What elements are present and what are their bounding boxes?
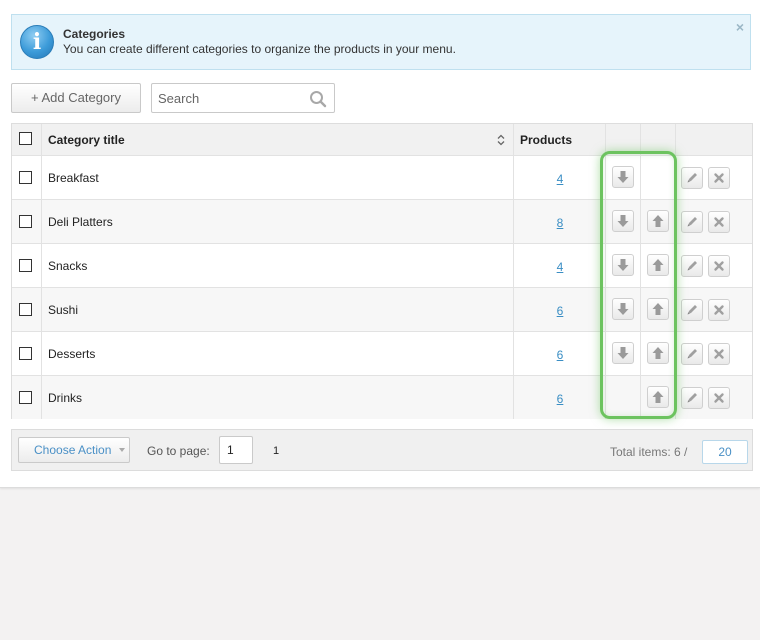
- row-checkbox[interactable]: [19, 171, 32, 184]
- row-checkbox[interactable]: [19, 391, 32, 404]
- move-up-button[interactable]: [647, 386, 669, 408]
- search-icon[interactable]: [309, 90, 327, 108]
- move-up-button[interactable]: [647, 254, 669, 276]
- edit-button[interactable]: [681, 211, 703, 233]
- products-count-link[interactable]: 6: [514, 304, 606, 318]
- header-title-cell[interactable]: Category title: [41, 124, 513, 155]
- add-category-button[interactable]: + Add Category: [11, 83, 141, 113]
- row-checkbox[interactable]: [19, 303, 32, 316]
- categories-table: Category title Products Breakfast 4 Deli P…: [11, 123, 753, 419]
- header-products-cell: Products: [513, 124, 605, 155]
- products-count-link[interactable]: 6: [514, 392, 606, 406]
- choose-action-label: Choose Action: [34, 443, 112, 457]
- page-count: 1: [273, 445, 280, 457]
- delete-button[interactable]: [708, 299, 730, 321]
- search-input[interactable]: [152, 84, 302, 112]
- category-title: Sushi: [48, 303, 79, 317]
- edit-button[interactable]: [681, 343, 703, 365]
- per-page-selector[interactable]: 20: [702, 440, 748, 464]
- delete-button[interactable]: [708, 167, 730, 189]
- table-footer: Choose Action Go to page: 1 1 Total item…: [11, 429, 753, 471]
- products-count-link[interactable]: 4: [514, 172, 606, 186]
- table-row: Deli Platters 8: [12, 199, 752, 243]
- products-count-link[interactable]: 4: [514, 260, 606, 274]
- move-down-button[interactable]: [612, 298, 634, 320]
- category-title: Breakfast: [48, 171, 99, 185]
- delete-button[interactable]: [708, 211, 730, 233]
- info-icon: i: [20, 25, 54, 59]
- header-products: Products: [520, 133, 573, 147]
- move-up-button[interactable]: [647, 298, 669, 320]
- row-checkbox[interactable]: [19, 259, 32, 272]
- table-row: Breakfast 4: [12, 155, 752, 199]
- table-row: Sushi 6: [12, 287, 752, 331]
- info-text: You can create different categories to o…: [63, 42, 456, 56]
- products-count-link[interactable]: 8: [514, 216, 606, 230]
- delete-button[interactable]: [708, 343, 730, 365]
- close-icon[interactable]: ×: [736, 19, 744, 35]
- move-down-button[interactable]: [612, 342, 634, 364]
- header-category-title: Category title: [48, 133, 125, 147]
- edit-button[interactable]: [681, 255, 703, 277]
- category-title: Desserts: [48, 347, 96, 361]
- table-row: Drinks 6: [12, 375, 752, 419]
- search-box: [151, 83, 335, 113]
- edit-button[interactable]: [681, 387, 703, 409]
- goto-page-label: Go to page:: [147, 444, 210, 458]
- choose-action-dropdown[interactable]: Choose Action: [18, 437, 130, 463]
- info-title: Categories: [63, 27, 126, 41]
- move-up-button[interactable]: [647, 210, 669, 232]
- page-number-input[interactable]: 1: [219, 436, 253, 464]
- move-up-button[interactable]: [647, 342, 669, 364]
- total-items-label: Total items: 6 /: [610, 445, 688, 459]
- move-down-button[interactable]: [612, 166, 634, 188]
- table-row: Snacks 4: [12, 243, 752, 287]
- row-checkbox[interactable]: [19, 215, 32, 228]
- row-checkbox[interactable]: [19, 347, 32, 360]
- category-title: Deli Platters: [48, 215, 113, 229]
- delete-button[interactable]: [708, 255, 730, 277]
- table-row: Desserts 6: [12, 331, 752, 375]
- edit-button[interactable]: [681, 167, 703, 189]
- edit-button[interactable]: [681, 299, 703, 321]
- category-title: Snacks: [48, 259, 88, 273]
- chevron-down-icon: [119, 448, 125, 452]
- select-all-checkbox[interactable]: [19, 132, 32, 145]
- move-down-button[interactable]: [612, 210, 634, 232]
- categories-panel: i Categories You can create different ca…: [0, 0, 760, 488]
- table-header: Category title Products: [12, 124, 752, 155]
- sort-icon[interactable]: [497, 134, 505, 146]
- info-banner: i Categories You can create different ca…: [11, 14, 751, 70]
- delete-button[interactable]: [708, 387, 730, 409]
- category-title: Drinks: [48, 391, 83, 405]
- products-count-link[interactable]: 6: [514, 348, 606, 362]
- move-down-button[interactable]: [612, 254, 634, 276]
